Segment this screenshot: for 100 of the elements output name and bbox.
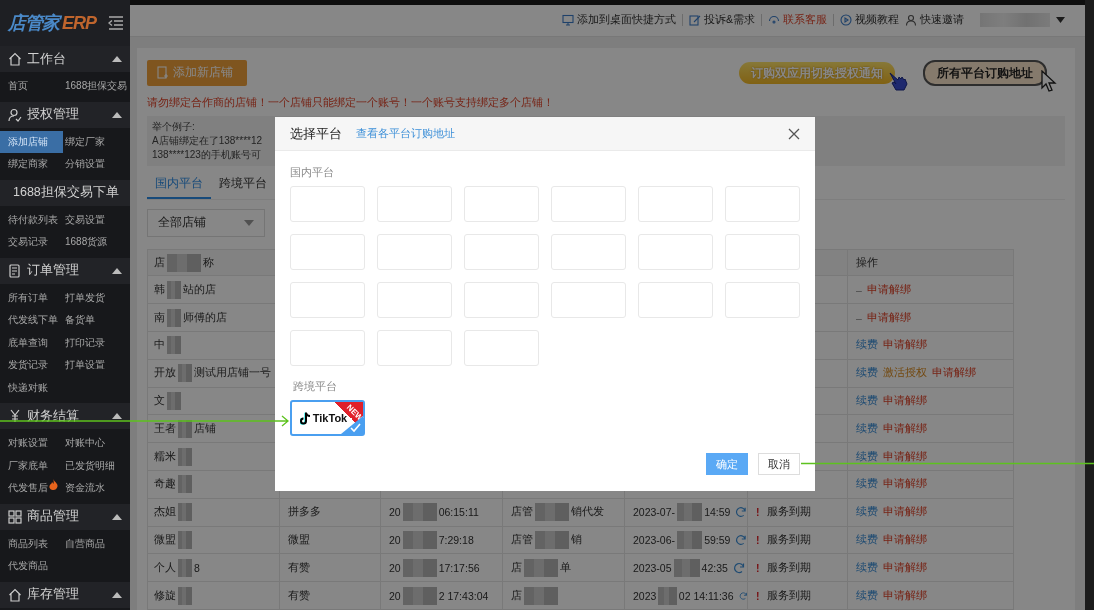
- action-link[interactable]: 续费: [856, 449, 878, 464]
- action-link[interactable]: 申请解绑: [883, 338, 927, 353]
- sidebar-item[interactable]: 代发线下单: [0, 309, 63, 332]
- store-filter-dropdown[interactable]: 全部店铺: [147, 208, 265, 237]
- table-cell: 有赞: [288, 588, 310, 603]
- status-text: 服务到期: [766, 560, 811, 575]
- redaction-mosaic: [167, 280, 181, 299]
- table-cell: 微盟: [288, 533, 310, 547]
- tab[interactable]: 国内平台: [147, 170, 211, 199]
- action-link[interactable]: 申请解绑: [883, 533, 927, 547]
- header-link[interactable]: 联系客服: [768, 13, 827, 28]
- sidebar-item[interactable]: 打单发货: [63, 286, 130, 309]
- redaction-mosaic: [677, 503, 703, 522]
- sidebar-item[interactable]: 绑定商家: [0, 153, 63, 176]
- action-link[interactable]: 续费: [856, 338, 878, 353]
- action-link[interactable]: 申请解绑: [883, 588, 927, 603]
- add-document-icon: [157, 66, 169, 80]
- sidebar-item[interactable]: 绑定厂家: [63, 130, 130, 153]
- redaction-mosaic: [524, 586, 558, 605]
- sidebar-item[interactable]: 1688担保交易: [63, 75, 130, 98]
- action-link[interactable]: 申请解绑: [883, 477, 927, 492]
- refresh-icon[interactable]: [732, 561, 745, 574]
- sidebar-item[interactable]: 对账中心: [63, 432, 130, 455]
- action-link[interactable]: 申请解绑: [883, 449, 927, 464]
- sidebar-item[interactable]: 备货单: [63, 309, 130, 332]
- tab[interactable]: 跨境平台: [211, 170, 275, 199]
- header-link[interactable]: 投诉&需求: [689, 13, 755, 28]
- sidebar-item[interactable]: 打单设置: [63, 354, 130, 377]
- section-icon: [8, 409, 22, 423]
- action-link[interactable]: 申请解绑: [883, 560, 927, 575]
- sidebar-item[interactable]: 交易记录: [0, 231, 63, 254]
- sidebar-item[interactable]: 代发售后: [0, 477, 63, 500]
- action-link[interactable]: 申请解绑: [866, 310, 911, 325]
- table-cell: 2023: [633, 589, 657, 602]
- sidebar-item[interactable]: 1688货源: [63, 231, 130, 254]
- banner-button[interactable]: 所有平台订购地址: [923, 59, 1047, 86]
- sidebar-item[interactable]: 快递对账: [0, 376, 63, 399]
- status-text: 服务到期: [766, 588, 811, 603]
- sidebar-item[interactable]: 打印记录: [63, 331, 130, 354]
- table-cell: 拼多多: [288, 505, 321, 520]
- sidebar-item[interactable]: 底单查询: [0, 331, 63, 354]
- header-link[interactable]: 快速邀请: [905, 13, 964, 28]
- table-cell: 店铺: [194, 421, 216, 436]
- menu-section-header[interactable]: 库存管理: [0, 581, 130, 608]
- sidebar-item[interactable]: 分销设置: [63, 153, 130, 176]
- sidebar-item[interactable]: 代发商品: [0, 555, 63, 578]
- table-cell: 17:17:56: [438, 561, 480, 574]
- sidebar-item[interactable]: 所有订单: [0, 286, 63, 309]
- sidebar-item[interactable]: 厂家底单: [0, 454, 63, 477]
- refresh-icon[interactable]: [735, 506, 747, 519]
- table-cell: 开放: [154, 366, 176, 381]
- action-link[interactable]: 申请解绑: [883, 505, 927, 520]
- menu-section-header[interactable]: 订单管理: [0, 257, 130, 284]
- table-cell: 糯米: [154, 449, 176, 464]
- dropdown-caret-icon: [244, 219, 254, 226]
- sidebar-item[interactable]: 待付款列表: [0, 208, 63, 231]
- refresh-icon[interactable]: [738, 589, 747, 602]
- sidebar-item[interactable]: 自营商品: [63, 532, 130, 555]
- action-link[interactable]: 续费: [856, 394, 878, 408]
- menu-section-header[interactable]: 商品管理: [0, 503, 130, 530]
- menu-section-header[interactable]: 授权管理: [0, 101, 130, 128]
- action-link[interactable]: 申请解绑: [932, 366, 976, 381]
- redaction-mosaic: [402, 586, 437, 605]
- section-label: 国内平台: [290, 166, 335, 180]
- sidebar-item[interactable]: 添加店铺: [0, 130, 63, 153]
- dropdown-caret-icon[interactable]: [1056, 17, 1065, 24]
- action-link[interactable]: 续费: [856, 477, 878, 492]
- action-link[interactable]: 申请解绑: [866, 282, 911, 297]
- close-icon[interactable]: [788, 127, 800, 140]
- dialog-button[interactable]: 取消: [758, 453, 800, 475]
- sidebar-item[interactable]: 商品列表: [0, 532, 63, 555]
- action-link[interactable]: 续费: [856, 366, 878, 381]
- sidebar-item[interactable]: 对账设置: [0, 432, 63, 455]
- action-link[interactable]: 续费: [856, 421, 878, 436]
- music-note-icon: [299, 411, 311, 425]
- action-link[interactable]: 续费: [856, 560, 878, 575]
- example-text: 举个例子:: [152, 119, 195, 134]
- header-link[interactable]: 添加到桌面快捷方式: [562, 13, 676, 28]
- action-link[interactable]: 续费: [856, 588, 878, 603]
- sidebar-item[interactable]: 发货记录: [0, 354, 63, 377]
- person-icon: [905, 14, 917, 27]
- action-link[interactable]: 申请解绑: [883, 394, 927, 408]
- menu-section-header[interactable]: 工作台: [0, 46, 130, 72]
- header-link[interactable]: 视频教程: [840, 13, 899, 28]
- table-cell: 南: [154, 310, 165, 325]
- action-link[interactable]: 申请解绑: [883, 421, 927, 436]
- platform-address-link[interactable]: 查看各平台订购地址: [356, 126, 774, 141]
- table-cell: 杰姐: [154, 505, 176, 520]
- action-link[interactable]: 续费: [856, 533, 878, 547]
- menu-icon[interactable]: [108, 16, 124, 30]
- menu-section-header[interactable]: 财务结算: [0, 403, 130, 429]
- sidebar-item[interactable]: 已发货明细: [63, 454, 130, 477]
- warning-text: 请勿绑定合作商的店铺！一个店铺只能绑定一个账号！一个账号支持绑定多个店铺！: [147, 94, 555, 110]
- table-cell: 站的店: [183, 282, 216, 297]
- refresh-icon[interactable]: [735, 534, 747, 546]
- sidebar-item[interactable]: 资金流水: [63, 477, 130, 500]
- sidebar-item[interactable]: 首页: [0, 75, 63, 98]
- action-link[interactable]: 续费: [856, 505, 878, 520]
- menu-section-header[interactable]: 1688担保交易下单: [0, 179, 130, 206]
- sidebar-item[interactable]: 交易设置: [63, 208, 130, 231]
